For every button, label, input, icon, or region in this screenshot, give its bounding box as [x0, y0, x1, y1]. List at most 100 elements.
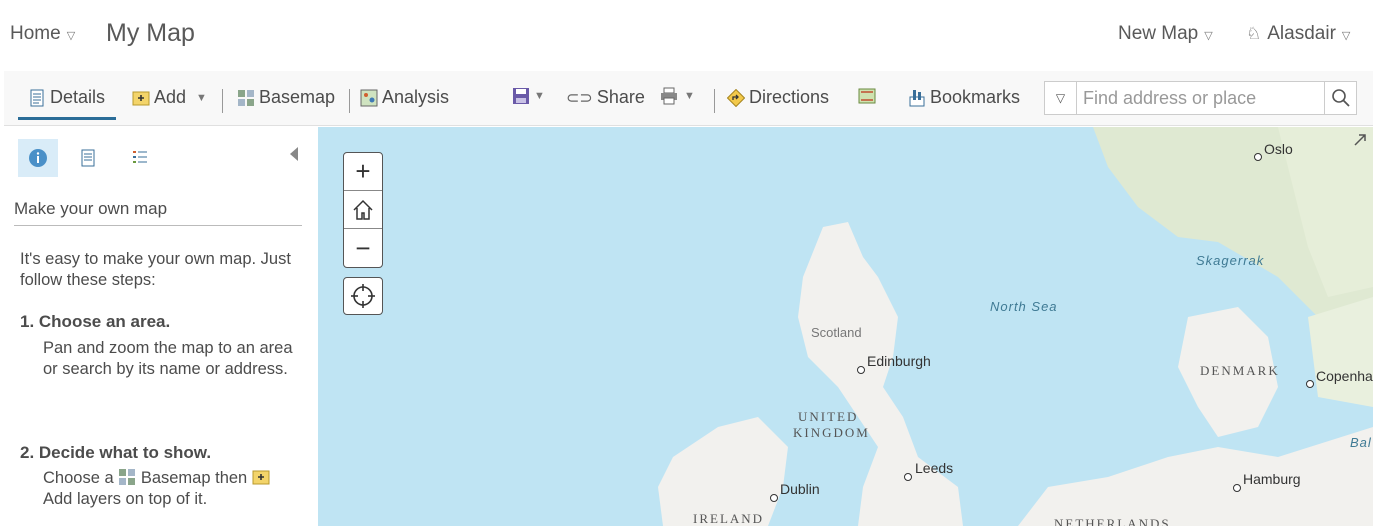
plus-icon: + [355, 156, 371, 186]
label-hamburg: Hamburg [1243, 471, 1301, 487]
bookmarks-icon [909, 89, 925, 106]
city-marker [1233, 484, 1241, 492]
panel-heading: Make your own map [14, 199, 302, 226]
city-marker [1254, 153, 1262, 161]
germany-netherlands-land [1018, 427, 1373, 526]
basemap-icon [119, 469, 136, 485]
city-marker [1306, 380, 1314, 388]
step-2-text-c: Add layers on top of it. [43, 490, 208, 508]
search-input[interactable] [1077, 82, 1324, 114]
measure-icon [858, 88, 876, 104]
label-denmark: DENMARK [1200, 363, 1280, 378]
chevron-down-icon: ▽ [66, 30, 76, 42]
details-icon [30, 89, 44, 106]
user-menu[interactable]: ♘ Alasdair ▽ [1246, 23, 1350, 45]
basemap-label: Basemap [259, 87, 336, 107]
toolbar: Details Add ▼ Basemap Analysis ▼ ⊂⊃ Share… [4, 71, 1373, 126]
search-box: ▽ [1044, 81, 1357, 115]
label-leeds: Leeds [915, 460, 954, 476]
divider [349, 89, 350, 113]
user-name: Alasdair [1267, 23, 1336, 44]
step-2-text-b: Basemap then [140, 469, 248, 487]
new-map-menu[interactable]: New Map ▽ [1118, 23, 1213, 45]
map-title: My Map [106, 19, 195, 47]
home-icon [353, 199, 373, 220]
search-source-dropdown[interactable]: ▽ [1045, 82, 1077, 114]
analysis-button[interactable]: Analysis [360, 87, 449, 108]
great-britain-land [798, 222, 963, 526]
save-button[interactable]: ▼ [512, 87, 545, 105]
city-marker [770, 494, 778, 502]
zoom-control: + − [343, 152, 383, 268]
chevron-down-icon: ▼ [534, 90, 545, 102]
add-label: Add [154, 87, 187, 107]
step-1-body: Pan and zoom the map to an area or searc… [43, 339, 293, 378]
locate-icon [351, 284, 375, 308]
label-netherlands: NETHERLANDS [1054, 516, 1171, 526]
divider [714, 89, 715, 113]
map-view[interactable]: + − Oslo Skagerrak North Sea Scotland Ed… [318, 127, 1373, 526]
chevron-down-icon: ▽ [1204, 30, 1213, 42]
label-oslo: Oslo [1264, 141, 1293, 157]
analysis-icon [360, 89, 378, 106]
directions-button[interactable]: Directions [727, 87, 829, 108]
label-copenhagen: Copenha [1316, 368, 1373, 384]
label-united: UNITED [798, 409, 859, 424]
label-skagerrak: Skagerrak [1196, 253, 1265, 268]
add-layer-icon [132, 91, 150, 105]
user-icon: ♘ [1246, 24, 1262, 43]
new-map-label: New Map [1118, 23, 1199, 44]
step-2-body: Choose a Basemap then Add layers on top … [43, 468, 293, 510]
bookmarks-label: Bookmarks [930, 87, 1021, 107]
chevron-down-icon: ▽ [1055, 91, 1066, 105]
zoom-out-button[interactable]: − [344, 229, 382, 267]
basemap-icon [238, 89, 254, 106]
home-menu[interactable]: Home ▽ [10, 23, 75, 45]
info-icon [29, 149, 47, 167]
top-bar: Home ▽ My Map New Map ▽ ♘ Alasdair ▽ [0, 0, 1377, 70]
basemap-button[interactable]: Basemap [237, 87, 335, 108]
label-north-sea: North Sea [990, 299, 1058, 314]
tab-about[interactable] [18, 139, 58, 177]
add-layer-icon [252, 470, 270, 485]
active-tab-indicator [18, 117, 116, 120]
home-extent-button[interactable] [344, 191, 382, 229]
share-button[interactable]: ⊂⊃ Share [566, 87, 645, 108]
directions-icon [727, 88, 745, 107]
label-dublin: Dublin [780, 481, 820, 497]
chevron-down-icon: ▼ [684, 90, 695, 102]
city-marker [904, 473, 912, 481]
step-2-title: 2. Decide what to show. [20, 443, 212, 462]
city-marker [857, 366, 865, 374]
search-button[interactable] [1324, 82, 1356, 114]
label-scotland: Scotland [811, 325, 862, 340]
divider [222, 89, 223, 113]
content-icon [81, 149, 95, 167]
home-label: Home [10, 23, 61, 44]
print-button[interactable]: ▼ [660, 87, 695, 105]
tab-legend[interactable] [120, 139, 160, 177]
bookmarks-button[interactable]: Bookmarks [908, 87, 1020, 108]
save-icon [513, 88, 529, 104]
search-icon [1331, 89, 1350, 107]
details-button[interactable]: Details [28, 87, 105, 108]
details-label: Details [50, 87, 106, 107]
measure-button[interactable] [858, 87, 876, 105]
expand-icon[interactable] [1351, 131, 1369, 149]
label-edinburgh: Edinburgh [867, 353, 931, 369]
chevron-down-icon: ▼ [196, 91, 207, 104]
share-label: Share [596, 87, 645, 107]
tab-content[interactable] [68, 139, 108, 177]
locate-button[interactable] [343, 277, 383, 315]
link-icon: ⊂⊃ [566, 89, 593, 107]
zoom-in-button[interactable]: + [344, 153, 382, 191]
chevron-down-icon: ▽ [1341, 30, 1351, 42]
analysis-label: Analysis [382, 87, 450, 107]
intro-text: It's easy to make your own map. Just fol… [20, 250, 291, 289]
collapse-panel-icon[interactable] [290, 147, 298, 161]
print-icon [661, 87, 677, 105]
label-baltic: Bal [1350, 435, 1372, 450]
add-button[interactable]: Add ▼ [132, 87, 207, 108]
directions-label: Directions [749, 87, 830, 107]
sidebar-panel: Make your own map It's easy to make your… [4, 127, 318, 526]
